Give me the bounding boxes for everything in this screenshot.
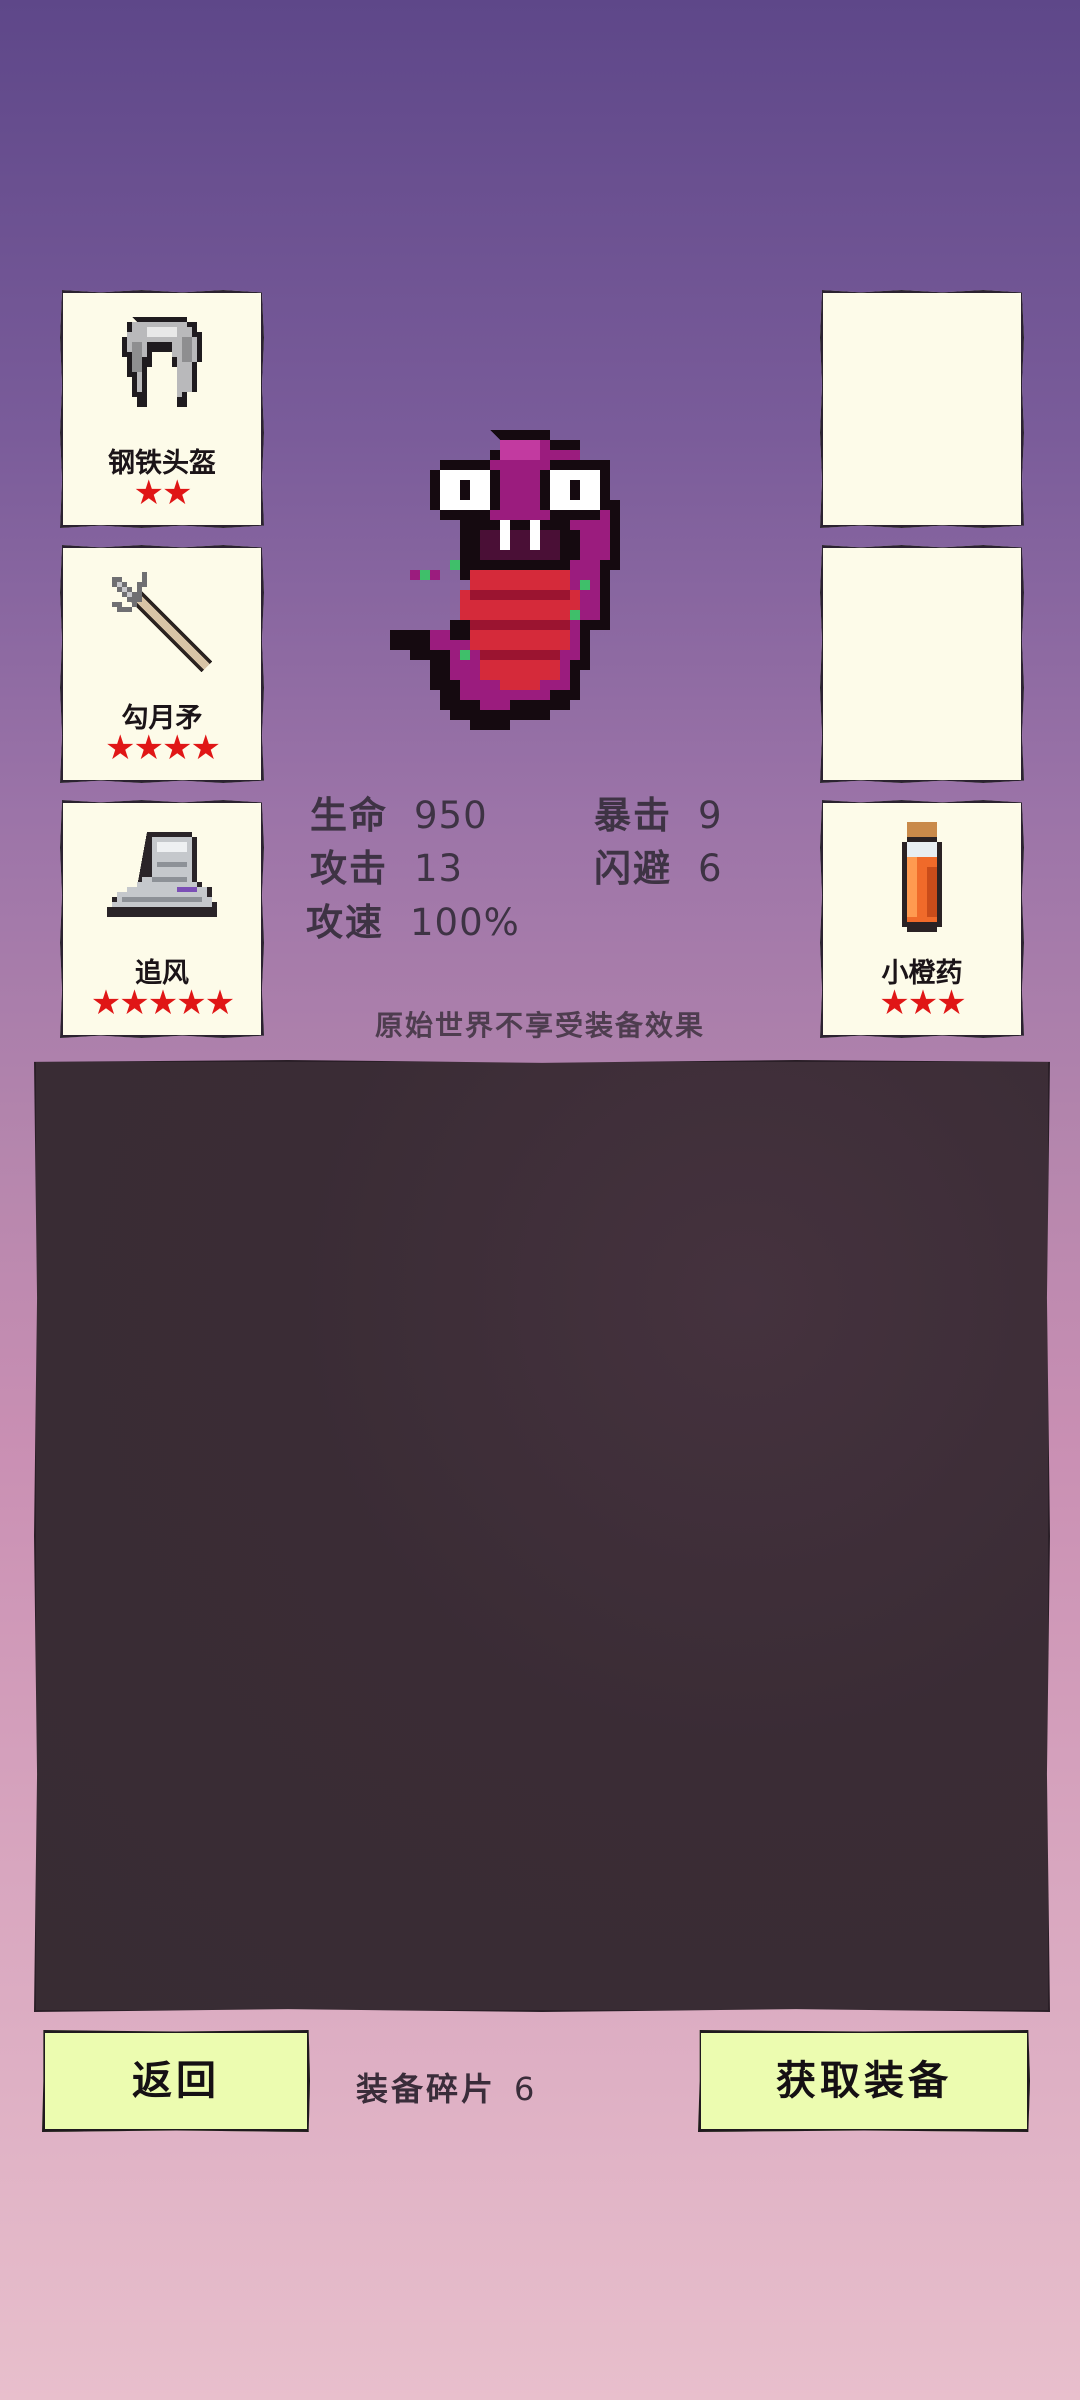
rarity-stars: ★★★★★ [90,983,235,1023]
stat-crit: 暴击 9 [594,785,723,839]
boots-icon [63,817,261,937]
stat-label: 生命 [310,794,388,837]
potion-icon [823,817,1021,937]
fragment-count: 装备碎片 6 [356,2064,537,2110]
stat-label: 攻速 [306,901,384,944]
inventory-panel[interactable] [34,1060,1050,2012]
get-equipment-label: 获取装备 [776,2058,952,2104]
equip-slot-potion[interactable]: 小橙药 ★★★ [820,800,1024,1038]
stat-value: 100% [410,901,520,944]
stat-hp: 生命 950 [310,785,488,839]
stat-label: 暴击 [594,794,672,837]
equip-slot-helmet[interactable]: 钢铁头盔 ★★ [60,290,264,528]
stat-value: 6 [698,847,723,890]
equipment-note: 原始世界不享受装备效果 [374,1009,705,1042]
fragment-label: 装备碎片 [356,2070,497,2108]
equip-slot-empty-1[interactable] [820,290,1024,528]
stat-attack: 攻击 13 [310,838,463,892]
stat-label: 攻击 [310,847,388,890]
rarity-stars: ★★★★ [105,728,221,768]
stat-value: 9 [698,794,723,837]
stat-value: 950 [414,794,488,837]
back-button[interactable]: 返回 [42,2030,310,2132]
stat-value: 13 [414,847,464,890]
equip-slot-empty-2[interactable] [820,545,1024,783]
equip-slot-boots[interactable]: 追风 ★★★★★ [60,800,264,1038]
spear-icon [63,562,261,682]
get-equipment-button[interactable]: 获取装备 [698,2030,1030,2132]
back-button-label: 返回 [132,2058,220,2104]
stat-attack-speed: 攻速 100% [306,892,520,946]
helmet-icon [63,307,261,427]
serpent-monster-sprite [380,430,660,740]
rarity-stars: ★★ [133,473,193,513]
stat-dodge: 闪避 6 [594,838,723,892]
stat-label: 闪避 [594,847,672,890]
equip-slot-weapon[interactable]: 勾月矛 ★★★★ [60,545,264,783]
fragment-value: 6 [514,2070,538,2108]
rarity-stars: ★★★ [879,983,966,1023]
